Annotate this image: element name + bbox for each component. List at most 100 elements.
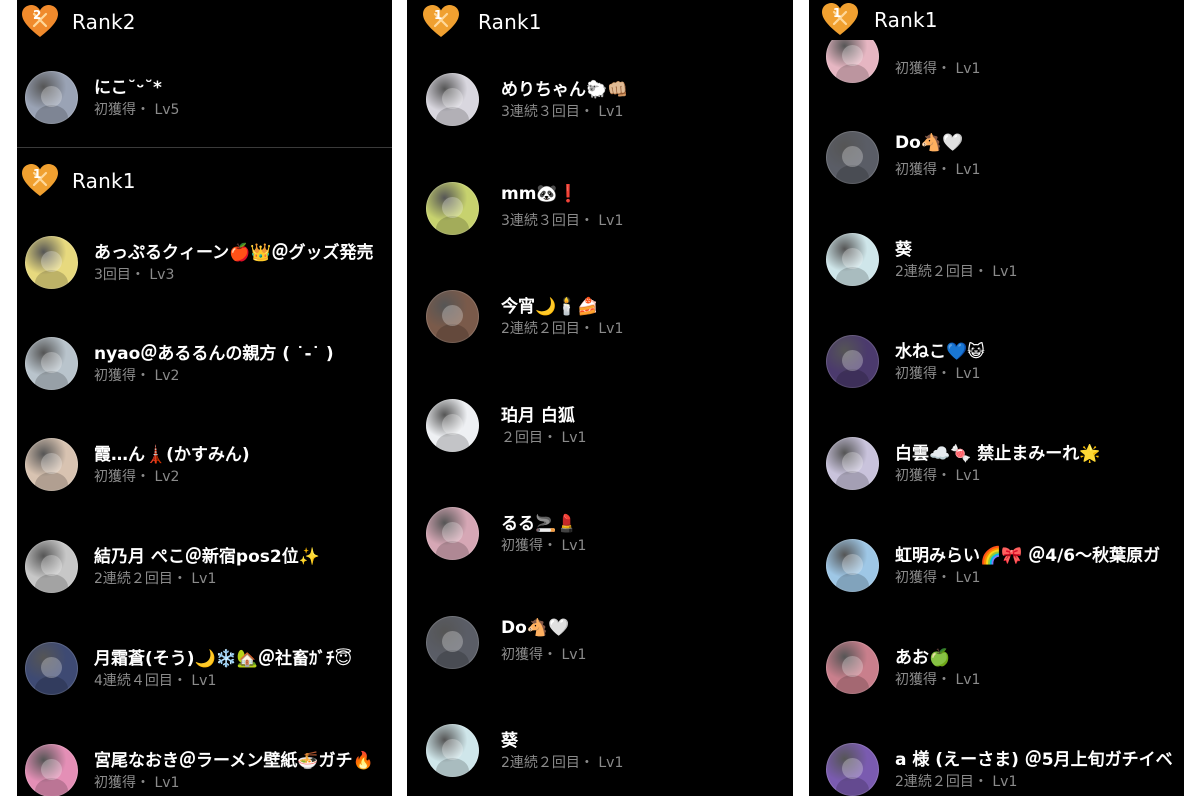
user-achievement: ２回目・ Lv1 xyxy=(501,430,587,446)
user-name: 霞…ん🗼(かすみん) xyxy=(94,445,250,465)
rank-badge-number: 2 xyxy=(33,8,41,22)
rank-header: 1 Rank1 xyxy=(809,0,1184,40)
user-avatar[interactable] xyxy=(826,743,879,796)
rank-label: Rank1 xyxy=(72,169,136,193)
ranking-entry[interactable]: 月霜蒼(そう)🌙❄️🏡＠社畜ｶﾞﾁ😇 4連続４回目・ Lv1 xyxy=(17,642,392,698)
ranking-entry[interactable]: 霞…ん🗼(かすみん) 初獲得・ Lv2 xyxy=(17,438,392,494)
user-avatar[interactable] xyxy=(25,642,78,695)
user-name: 今宵🌙🕯️🍰 xyxy=(501,297,599,317)
user-name: あっぷるクィーン🍎👑＠グッズ発売 xyxy=(94,243,374,263)
user-achievement: 2連続２回目・ Lv1 xyxy=(501,321,624,337)
user-achievement: 初獲得・ Lv1 xyxy=(895,570,981,586)
user-avatar[interactable] xyxy=(426,507,479,560)
user-avatar[interactable] xyxy=(826,437,879,490)
user-avatar[interactable] xyxy=(25,540,78,593)
user-name: 月霜蒼(そう)🌙❄️🏡＠社畜ｶﾞﾁ😇 xyxy=(94,649,353,669)
user-achievement: 初獲得・ Lv1 xyxy=(895,672,981,688)
user-avatar[interactable] xyxy=(426,73,479,126)
user-name: るる🚬💄 xyxy=(501,514,578,534)
user-name: 宮尾なおき＠ラーメン壁紙🍜ガチ🔥 xyxy=(94,751,374,771)
user-avatar[interactable] xyxy=(826,539,879,592)
user-name: 白雲☁️🍬 禁止まみーれ🌟 xyxy=(895,444,1101,464)
rank-heart-icon: 1 xyxy=(423,5,459,37)
user-achievement: 初獲得・ Lv1 xyxy=(501,538,587,554)
user-avatar[interactable] xyxy=(826,641,879,694)
user-avatar[interactable] xyxy=(426,182,479,235)
user-name: a 様 (えーさま) ＠5月上旬ガチイベ xyxy=(895,750,1173,770)
user-name: あお🍏 xyxy=(895,648,951,668)
ranking-entry[interactable]: るる🚬💄 初獲得・ Lv1 xyxy=(407,507,793,563)
user-achievement: 3連続３回目・ Lv1 xyxy=(501,213,624,229)
rank-heart-icon: 1 xyxy=(822,3,858,35)
ranking-panel-3: 初獲得・ Lv1 1 Rank1 Do🐴🤍 初獲得・ Lv1 葵 2連続２回目・… xyxy=(809,0,1184,796)
rank-label: Rank1 xyxy=(874,8,938,32)
user-name: 水ねこ💙😺 xyxy=(895,342,985,362)
user-achievement: 2連続２回目・ Lv1 xyxy=(895,774,1018,790)
user-achievement: 初獲得・ Lv1 xyxy=(895,468,981,484)
user-name: 葵 xyxy=(895,240,912,260)
user-avatar[interactable] xyxy=(426,399,479,452)
ranking-entry[interactable]: 葵 2連続２回目・ Lv1 xyxy=(407,724,793,780)
user-name: Do🐴🤍 xyxy=(895,133,964,153)
user-name: 結乃月 ぺこ＠新宿pos2位✨ xyxy=(94,547,320,567)
ranking-entry[interactable]: 今宵🌙🕯️🍰 2連続２回目・ Lv1 xyxy=(407,290,793,346)
ranking-entry[interactable]: めりちゃん🐑👊🏼 3連続３回目・ Lv1 xyxy=(407,73,793,129)
user-achievement: 2連続２回目・ Lv1 xyxy=(94,571,217,587)
rank-heart-icon: 2 xyxy=(22,5,58,37)
user-name: 珀月 白狐 xyxy=(501,406,575,426)
user-avatar[interactable] xyxy=(25,438,78,491)
ranking-entry[interactable]: 葵 2連続２回目・ Lv1 xyxy=(809,233,1184,289)
user-avatar[interactable] xyxy=(826,131,879,184)
ranking-entry[interactable]: a 様 (えーさま) ＠5月上旬ガチイベ 2連続２回目・ Lv1 xyxy=(809,743,1184,796)
ranking-entry[interactable]: 水ねこ💙😺 初獲得・ Lv1 xyxy=(809,335,1184,391)
rank-badge-number: 1 xyxy=(833,6,841,20)
ranking-entry[interactable]: 虹明みらい🌈🎀 ＠4/6〜秋葉原ガ 初獲得・ Lv1 xyxy=(809,539,1184,595)
rank-heart-icon: 1 xyxy=(22,164,58,196)
user-achievement: 初獲得・ Lv1 xyxy=(895,366,981,382)
user-avatar[interactable] xyxy=(426,724,479,777)
user-achievement: 4連続４回目・ Lv1 xyxy=(94,673,217,689)
user-achievement: 初獲得・ Lv1 xyxy=(895,61,981,77)
ranking-entry[interactable]: あっぷるクィーン🍎👑＠グッズ発売 3回目・ Lv3 xyxy=(17,236,392,292)
user-avatar[interactable] xyxy=(426,616,479,669)
ranking-entry[interactable]: 結乃月 ぺこ＠新宿pos2位✨ 2連続２回目・ Lv1 xyxy=(17,540,392,596)
user-name: mm🐼❗️ xyxy=(501,184,579,204)
ranking-entry[interactable]: 珀月 白狐 ２回目・ Lv1 xyxy=(407,399,793,455)
ranking-entry[interactable]: あお🍏 初獲得・ Lv1 xyxy=(809,641,1184,697)
user-achievement: 初獲得・ Lv2 xyxy=(94,368,180,384)
rank-header: 1 Rank1 xyxy=(17,161,392,201)
user-avatar[interactable] xyxy=(826,335,879,388)
user-avatar[interactable] xyxy=(25,744,78,796)
ranking-panel-2: 1 Rank1 めりちゃん🐑👊🏼 3連続３回目・ Lv1 mm🐼❗️ 3連続３回… xyxy=(407,0,793,796)
rank-badge-number: 1 xyxy=(434,8,442,22)
user-achievement: 3回目・ Lv3 xyxy=(94,267,175,283)
user-achievement: 初獲得・ Lv5 xyxy=(94,102,180,118)
user-name: nyao＠あるるんの親方 ( ˙-˙ ) xyxy=(94,344,334,364)
ranking-entry[interactable]: Do🐴🤍 初獲得・ Lv1 xyxy=(407,616,793,672)
user-avatar[interactable] xyxy=(25,236,78,289)
user-achievement: 初獲得・ Lv1 xyxy=(895,162,981,178)
user-avatar[interactable] xyxy=(826,233,879,286)
rank-badge-number: 1 xyxy=(33,167,41,181)
ranking-entry[interactable]: Do🐴🤍 初獲得・ Lv1 xyxy=(809,131,1184,187)
user-name: 虹明みらい🌈🎀 ＠4/6〜秋葉原ガ xyxy=(895,546,1161,566)
user-avatar[interactable] xyxy=(25,71,78,124)
ranking-entry[interactable]: mm🐼❗️ 3連続３回目・ Lv1 xyxy=(407,182,793,238)
user-achievement: 3連続３回目・ Lv1 xyxy=(501,104,624,120)
user-name: にこ˘ᵕ˘* xyxy=(94,78,162,98)
user-avatar[interactable] xyxy=(426,290,479,343)
user-achievement: 2連続２回目・ Lv1 xyxy=(501,755,624,771)
ranking-entry[interactable]: nyao＠あるるんの親方 ( ˙-˙ ) 初獲得・ Lv2 xyxy=(17,337,392,393)
rank-header: 2 Rank2 xyxy=(17,2,392,42)
rank-header: 1 Rank1 xyxy=(407,2,793,42)
user-avatar[interactable] xyxy=(25,337,78,390)
ranking-entry[interactable]: にこ˘ᵕ˘* 初獲得・ Lv5 xyxy=(17,71,392,127)
ranking-entry[interactable]: 宮尾なおき＠ラーメン壁紙🍜ガチ🔥 初獲得・ Lv1 xyxy=(17,744,392,796)
user-achievement: 初獲得・ Lv1 xyxy=(501,647,587,663)
ranking-panel-1: 2 Rank2 にこ˘ᵕ˘* 初獲得・ Lv5 1 Rank1 あっぷるクィーン… xyxy=(17,0,392,796)
user-achievement: 初獲得・ Lv2 xyxy=(94,469,180,485)
user-name: Do🐴🤍 xyxy=(501,618,570,638)
user-name: 葵 xyxy=(501,731,518,751)
ranking-entry[interactable]: 白雲☁️🍬 禁止まみーれ🌟 初獲得・ Lv1 xyxy=(809,437,1184,493)
rank-label: Rank1 xyxy=(478,10,542,34)
